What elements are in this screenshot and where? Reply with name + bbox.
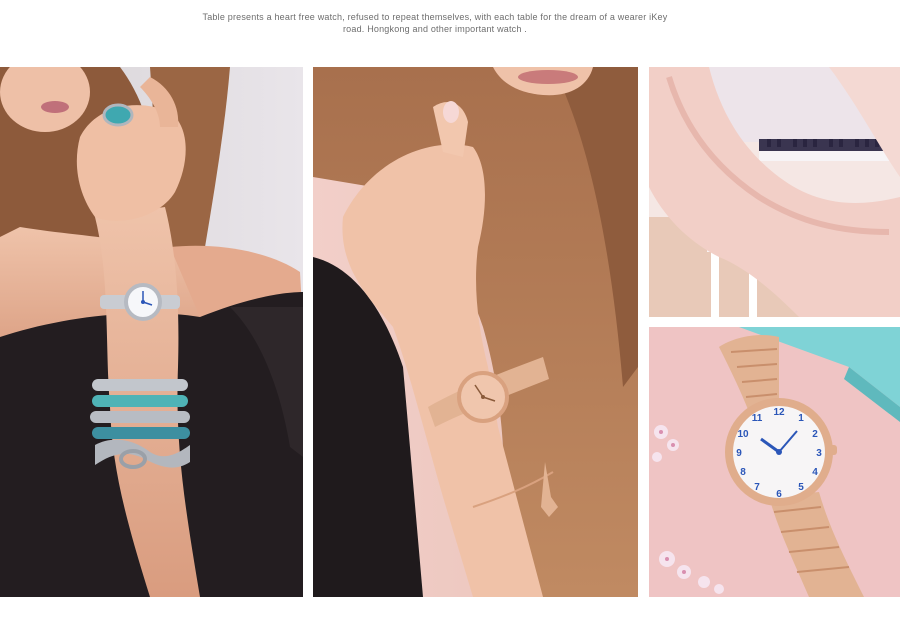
photo-pink-fabric-piano (649, 67, 900, 317)
svg-text:1: 1 (798, 413, 804, 424)
svg-text:5: 5 (798, 482, 804, 493)
caption: Table presents a heart free watch, refus… (150, 11, 720, 35)
svg-text:7: 7 (754, 482, 760, 493)
photo-woman-rose-gold-watch (313, 67, 638, 597)
photo-woman-silver-watch (0, 67, 303, 597)
photo-rose-gold-watch-product: 12 1 2 3 45 6 78 9 10 11 (649, 327, 900, 597)
svg-text:4: 4 (812, 467, 818, 478)
photo-woman-rose-gold-watch-image (313, 67, 638, 597)
svg-text:2: 2 (812, 429, 818, 440)
photo-pink-fabric-piano-image (649, 67, 900, 317)
svg-text:3: 3 (816, 448, 822, 459)
svg-text:6: 6 (776, 489, 782, 500)
photo-woman-silver-watch-image (0, 67, 303, 597)
svg-text:12: 12 (773, 407, 785, 418)
svg-text:10: 10 (737, 429, 749, 440)
caption-line-2: road. Hongkong and other important watch… (342, 24, 527, 34)
svg-text:9: 9 (736, 448, 742, 459)
svg-text:11: 11 (752, 413, 763, 424)
caption-line-1: Table presents a heart free watch, refus… (202, 12, 668, 22)
svg-text:8: 8 (740, 467, 746, 478)
photo-rose-gold-watch-product-image: 12 12 3 45 6 78 9 1011 (649, 327, 900, 597)
